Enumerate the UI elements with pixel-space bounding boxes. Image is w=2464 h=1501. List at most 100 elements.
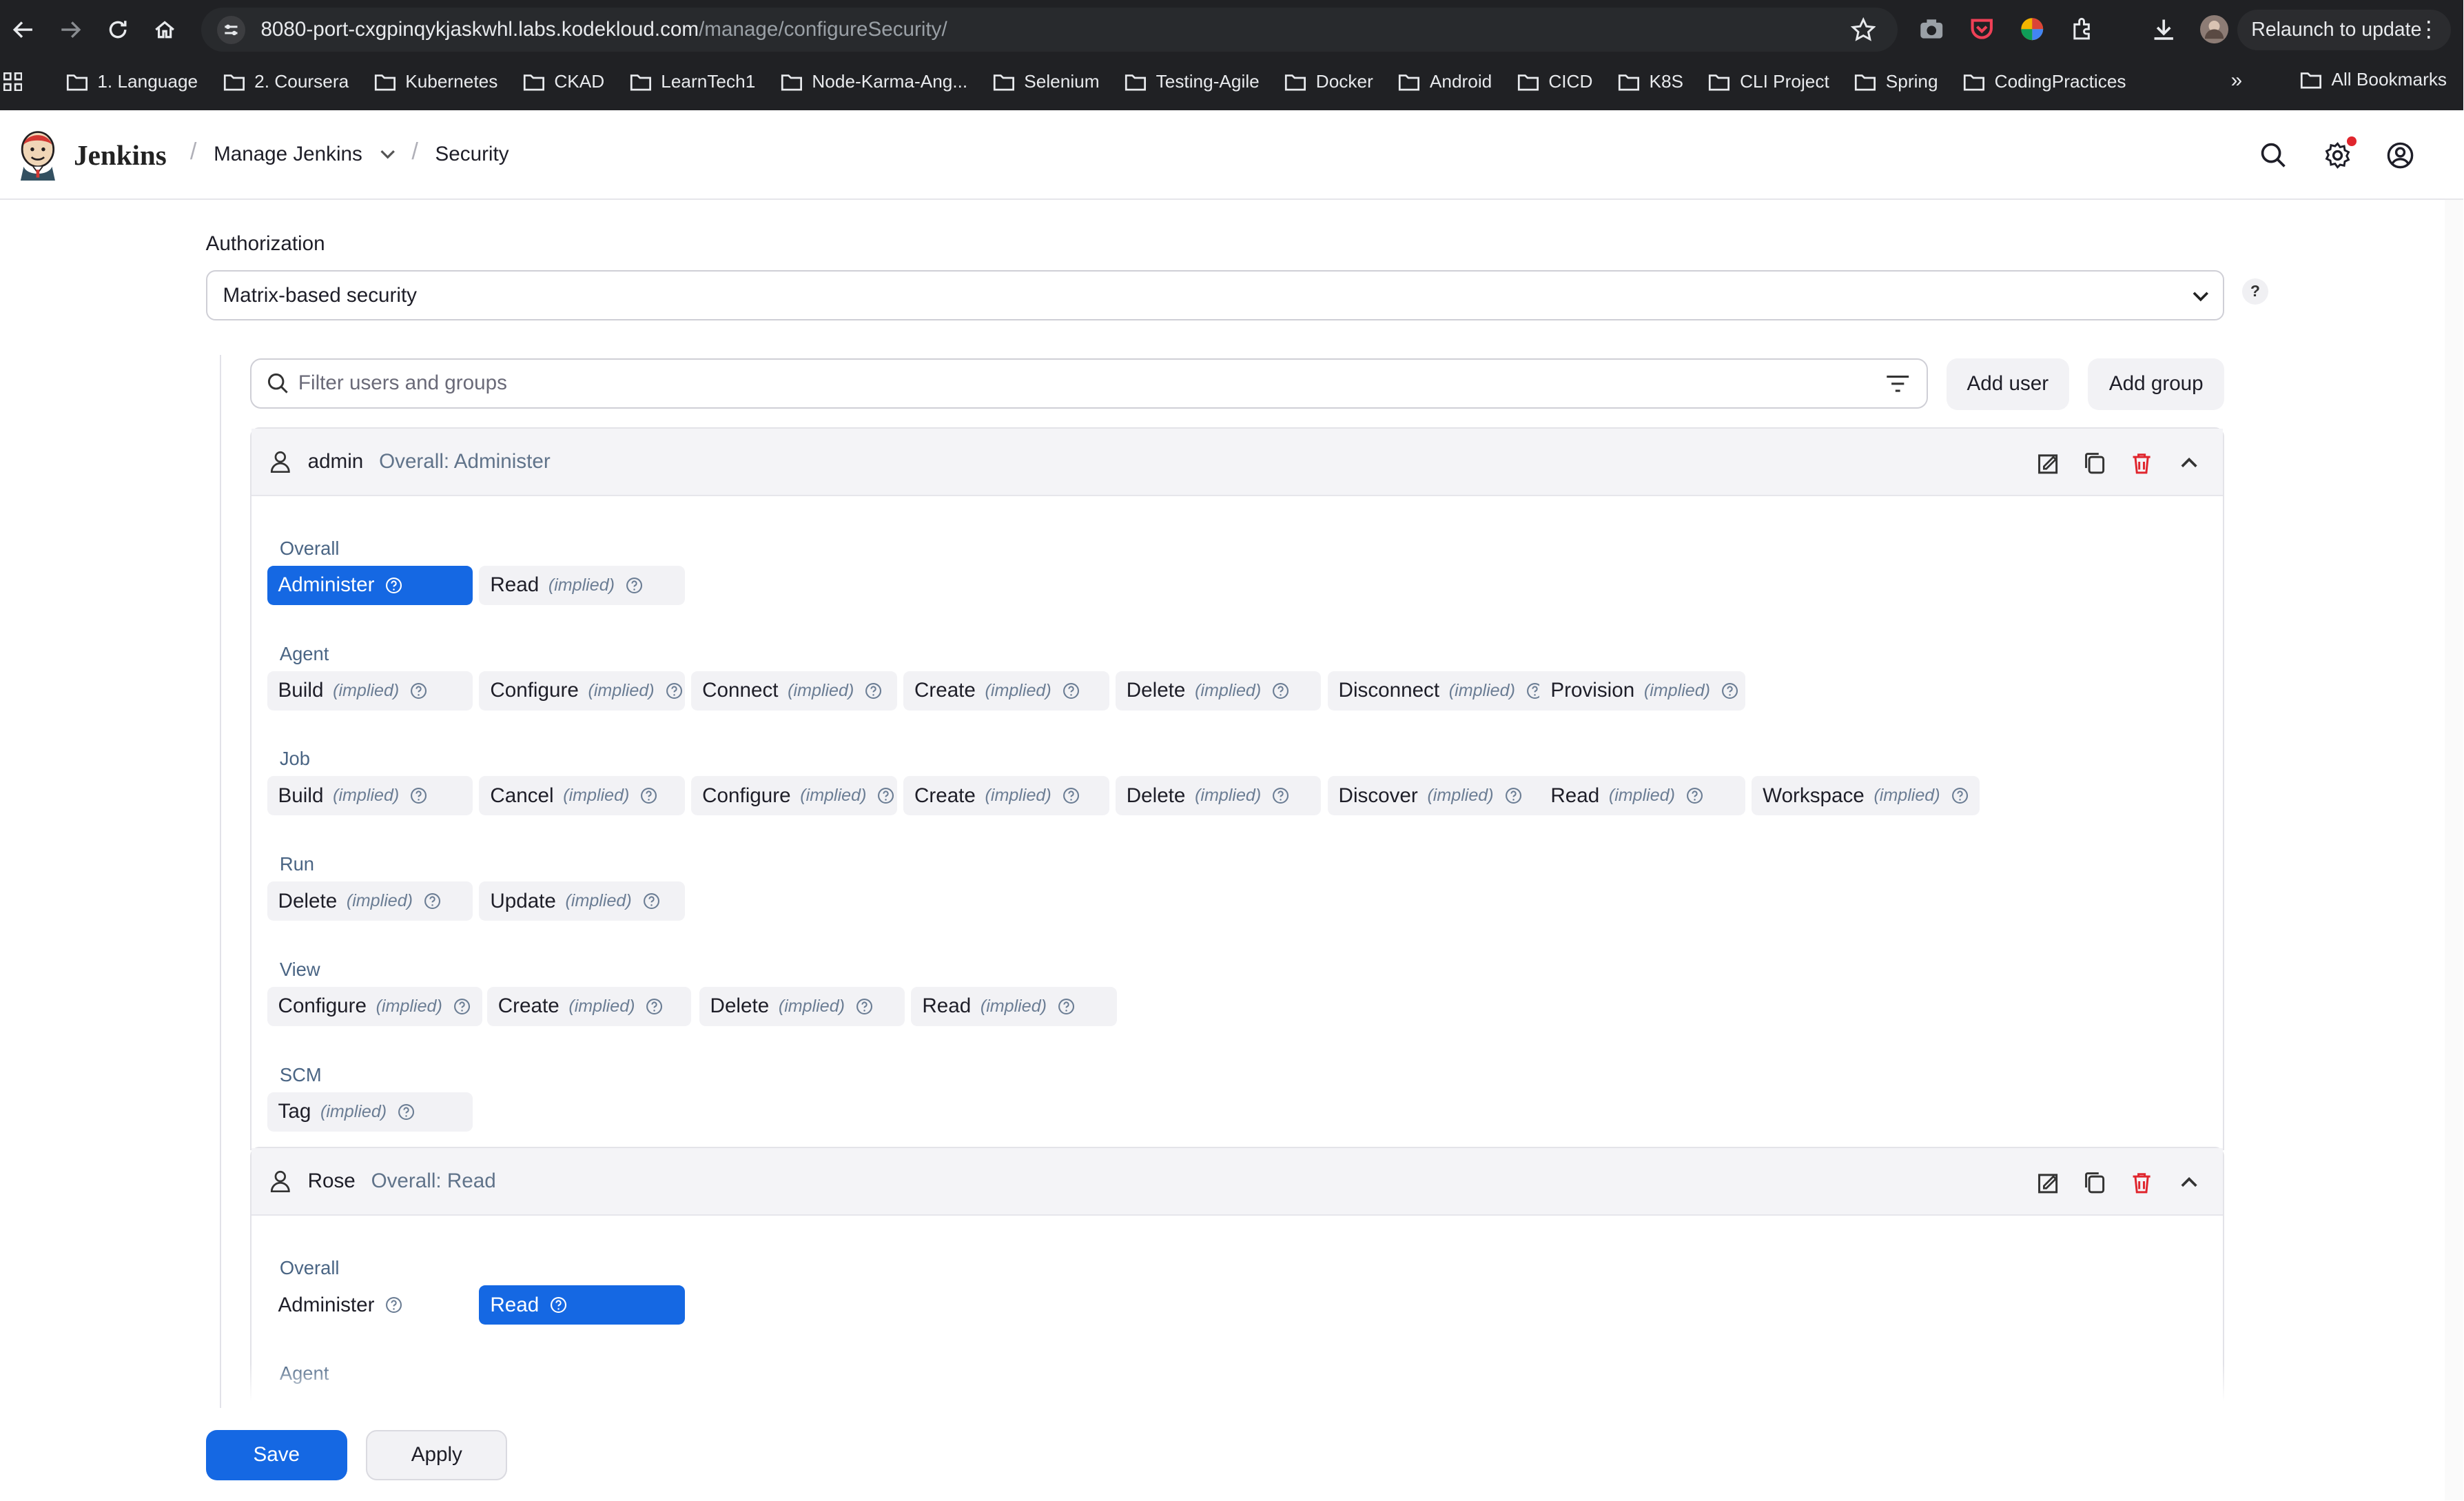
permission-toggle[interactable]: Configure (implied) bbox=[267, 986, 482, 1026]
bookmark-star-icon[interactable] bbox=[1850, 17, 1876, 42]
help-circle-icon[interactable] bbox=[1058, 998, 1075, 1015]
back-button[interactable] bbox=[0, 6, 47, 53]
help-circle-icon[interactable] bbox=[1062, 682, 1080, 700]
permission-toggle[interactable]: Disconnect (implied) bbox=[1327, 671, 1556, 711]
permission-toggle[interactable]: Delete (implied) bbox=[1115, 776, 1322, 816]
site-settings-icon[interactable] bbox=[216, 15, 245, 44]
permission-toggle[interactable]: Update (implied) bbox=[479, 881, 686, 921]
gear-icon[interactable] bbox=[2323, 141, 2352, 170]
help-circle-icon[interactable] bbox=[398, 1103, 415, 1121]
help-circle-icon[interactable] bbox=[1505, 787, 1522, 804]
bookmark-item[interactable]: CLI Project bbox=[1708, 71, 1829, 92]
camera-icon[interactable] bbox=[1917, 14, 1947, 44]
help-circle-icon[interactable] bbox=[1951, 787, 1969, 804]
bookmark-item[interactable]: Selenium bbox=[993, 71, 1100, 92]
authorization-select[interactable]: Matrix-based security bbox=[205, 270, 2225, 321]
bookmark-item[interactable]: Testing-Agile bbox=[1125, 71, 1260, 92]
help-circle-icon[interactable] bbox=[1272, 787, 1289, 804]
permission-toggle[interactable]: Create (implied) bbox=[486, 986, 692, 1026]
chevron-up-icon[interactable] bbox=[2177, 451, 2201, 474]
permission-toggle[interactable]: Administer bbox=[267, 1285, 473, 1325]
permission-toggle[interactable]: Read (implied) bbox=[479, 565, 686, 605]
trash-icon[interactable] bbox=[2130, 1170, 2153, 1194]
permission-toggle[interactable]: Configure (implied) bbox=[691, 776, 897, 816]
bookmark-item[interactable]: Spring bbox=[1854, 71, 1938, 92]
bookmarks-more-button[interactable]: » bbox=[2231, 69, 2242, 92]
trash-icon[interactable] bbox=[2130, 451, 2153, 474]
bookmark-item[interactable]: 2. Coursera bbox=[223, 71, 349, 92]
permission-toggle[interactable]: Delete (implied) bbox=[267, 881, 473, 921]
help-circle-icon[interactable] bbox=[1062, 787, 1080, 804]
bookmark-item[interactable]: CICD bbox=[1517, 71, 1592, 92]
bookmark-item[interactable]: Kubernetes bbox=[374, 71, 497, 92]
filter-icon[interactable] bbox=[1885, 374, 1910, 394]
help-circle-icon[interactable] bbox=[643, 892, 660, 910]
permission-toggle[interactable]: Read (implied) bbox=[1539, 776, 1746, 816]
help-circle-icon[interactable] bbox=[453, 998, 471, 1015]
permission-toggle[interactable]: Read (implied) bbox=[911, 986, 1118, 1026]
copy-icon[interactable] bbox=[2083, 1170, 2106, 1194]
extensions-puzzle-icon[interactable] bbox=[2067, 14, 2097, 44]
home-button[interactable] bbox=[141, 6, 188, 53]
chevron-down-icon[interactable] bbox=[378, 145, 397, 163]
profile-avatar-icon[interactable] bbox=[2199, 14, 2229, 44]
help-circle-icon[interactable] bbox=[877, 787, 894, 804]
relaunch-button[interactable]: Relaunch to update ⋮ bbox=[2237, 9, 2451, 50]
edit-icon[interactable] bbox=[2036, 451, 2060, 474]
bookmark-item[interactable]: CKAD bbox=[523, 71, 604, 92]
help-circle-icon[interactable] bbox=[410, 787, 427, 804]
address-bar[interactable]: 8080-port-cxgpinqykjaskwhl.labs.kodeklou… bbox=[201, 8, 1898, 52]
help-icon[interactable]: ? bbox=[2241, 278, 2269, 305]
help-circle-icon[interactable] bbox=[865, 682, 882, 700]
apply-button[interactable]: Apply bbox=[366, 1429, 508, 1480]
help-circle-icon[interactable] bbox=[646, 998, 663, 1015]
permission-toggle[interactable]: Build (implied) bbox=[267, 776, 473, 816]
chevron-up-icon[interactable] bbox=[2177, 1170, 2201, 1194]
help-circle-icon[interactable] bbox=[424, 892, 441, 910]
help-circle-icon[interactable] bbox=[550, 1296, 567, 1314]
permission-toggle[interactable]: Build (implied) bbox=[267, 671, 473, 711]
help-circle-icon[interactable] bbox=[385, 1296, 402, 1314]
bookmark-item[interactable]: Node-Karma-Ang... bbox=[781, 71, 967, 92]
permission-toggle[interactable]: Discover (implied) bbox=[1327, 776, 1556, 816]
reload-button[interactable] bbox=[94, 6, 141, 53]
permission-toggle[interactable]: Administer bbox=[267, 565, 473, 605]
breadcrumb-security[interactable]: Security bbox=[435, 143, 509, 166]
help-circle-icon[interactable] bbox=[410, 682, 427, 700]
permission-toggle[interactable]: Create (implied) bbox=[903, 671, 1109, 711]
edit-icon[interactable] bbox=[2036, 1170, 2060, 1194]
page-scrollbar[interactable] bbox=[2444, 199, 2464, 1501]
pocket-icon[interactable] bbox=[1967, 14, 1997, 44]
color-picker-icon[interactable] bbox=[2017, 14, 2046, 44]
bookmark-item[interactable]: Docker bbox=[1284, 71, 1373, 92]
save-button[interactable]: Save bbox=[205, 1429, 347, 1480]
help-circle-icon[interactable] bbox=[1721, 682, 1738, 700]
help-circle-icon[interactable] bbox=[856, 998, 873, 1015]
permission-toggle[interactable]: Workspace (implied) bbox=[1752, 776, 1980, 816]
filter-users-input[interactable]: Filter users and groups bbox=[249, 358, 1928, 409]
add-user-button[interactable]: Add user bbox=[1946, 358, 2069, 411]
bookmark-item[interactable]: K8S bbox=[1618, 71, 1683, 92]
bookmark-item[interactable]: LearnTech1 bbox=[630, 71, 755, 92]
all-bookmarks-button[interactable]: All Bookmarks bbox=[2300, 69, 2447, 90]
search-icon[interactable] bbox=[2259, 141, 2288, 170]
permission-toggle[interactable]: Read bbox=[479, 1285, 686, 1325]
permission-toggle[interactable]: Create (implied) bbox=[903, 776, 1109, 816]
add-group-button[interactable]: Add group bbox=[2088, 358, 2225, 411]
jenkins-logo-icon[interactable] bbox=[16, 129, 60, 181]
copy-icon[interactable] bbox=[2083, 451, 2106, 474]
help-circle-icon[interactable] bbox=[385, 577, 402, 594]
permission-toggle[interactable]: Provision (implied) bbox=[1539, 671, 1746, 711]
more-vert-icon[interactable]: ⋮ bbox=[2418, 16, 2440, 42]
permission-toggle[interactable]: Tag (implied) bbox=[267, 1092, 473, 1132]
bookmark-item[interactable]: Android bbox=[1398, 71, 1492, 92]
help-circle-icon[interactable] bbox=[640, 787, 657, 804]
download-icon[interactable] bbox=[2149, 14, 2179, 44]
user-account-icon[interactable] bbox=[2386, 141, 2414, 170]
permission-toggle[interactable]: Configure (implied) bbox=[479, 671, 686, 711]
bookmark-item[interactable]: CodingPractices bbox=[1963, 71, 2126, 92]
user-panel-header[interactable]: Rose Overall: Read bbox=[251, 1148, 2224, 1216]
permission-toggle[interactable]: Connect (implied) bbox=[691, 671, 897, 711]
help-circle-icon[interactable] bbox=[1686, 787, 1703, 804]
breadcrumb-manage-jenkins[interactable]: Manage Jenkins bbox=[214, 143, 362, 166]
